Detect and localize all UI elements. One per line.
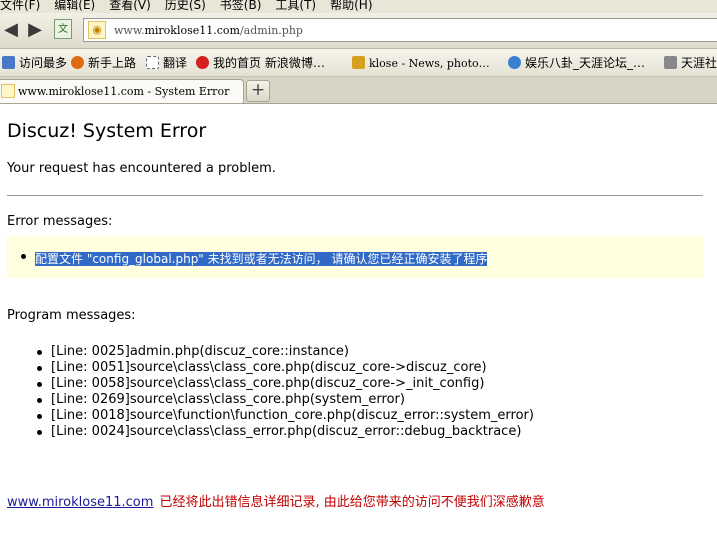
arrow-right-icon: ▶ [28, 19, 42, 40]
tianya-icon [664, 56, 677, 69]
bookmark-getting-started[interactable]: 新手上路 [71, 55, 136, 71]
menu-file[interactable]: 文件(F) [0, 0, 40, 11]
tab-favicon-icon [1, 84, 15, 98]
menu-history[interactable]: 历史(S) [165, 0, 206, 11]
weibo-icon [196, 56, 209, 69]
list-item: [Line: 0269]source\class\class_core.php(… [37, 392, 534, 408]
arrow-left-icon: ◀ [4, 19, 18, 40]
list-item: [Line: 0018]source\function\function_cor… [37, 408, 534, 424]
error-description: Your request has encountered a problem. [7, 161, 276, 176]
menu-help[interactable]: 帮助(H) [330, 0, 372, 11]
address-bar[interactable]: ◉ www.miroklose11.com/admin.php [83, 18, 717, 42]
program-messages-label: Program messages: [7, 308, 136, 323]
address-url[interactable]: www.miroklose11.com/admin.php [114, 24, 303, 37]
error-message-text[interactable]: 配置文件 "config_global.php" 未找到或者无法访问， 请确认您… [35, 252, 488, 266]
list-item: [Line: 0025]admin.php(discuz_core::insta… [37, 344, 534, 360]
menu-bookmarks[interactable]: 书签(B) [220, 0, 262, 11]
firefox-icon [71, 56, 84, 69]
site-icon [352, 56, 365, 69]
new-tab-button[interactable]: + [246, 80, 270, 102]
globe-icon [508, 56, 521, 69]
page-content: Discuz! System Error Your request has en… [0, 104, 717, 559]
bookmark-most-visited[interactable]: 访问最多 [2, 55, 67, 71]
bookmark-weibo[interactable]: 我的首页 新浪微博… [196, 55, 325, 71]
menu-view[interactable]: 查看(V) [109, 0, 151, 11]
page-info-icon[interactable]: 文 [54, 19, 72, 39]
forward-button[interactable]: ▶ [24, 19, 46, 41]
error-message-item: 配置文件 "config_global.php" 未找到或者无法访问， 请确认您… [21, 250, 488, 267]
bookmark-tianya[interactable]: 天涯社 [664, 55, 717, 71]
page-title: Discuz! System Error [7, 120, 207, 142]
program-messages-list: [Line: 0025]admin.php(discuz_core::insta… [37, 344, 534, 440]
gear-icon [2, 56, 15, 69]
menu-bar: 文件(F) 编辑(E) 查看(V) 历史(S) 书签(B) 工具(T) 帮助(H) [0, 0, 717, 13]
bookmark-translate[interactable]: 翻译 [146, 55, 187, 71]
bookmark-klose[interactable]: klose - News, photo… [352, 55, 490, 71]
tab-title: www.miroklose11.com - System Error [18, 85, 230, 98]
site-home-link[interactable]: www.miroklose11.com [7, 495, 153, 510]
bullet-icon [21, 254, 26, 259]
list-item: [Line: 0051]source\class\class_core.php(… [37, 360, 534, 376]
bookmarks-toolbar: 访问最多 新手上路 翻译 我的首页 新浪微博… klose - News, ph… [0, 49, 717, 77]
list-item: [Line: 0024]source\class\class_error.php… [37, 424, 534, 440]
divider [7, 195, 703, 196]
tab-strip: www.miroklose11.com - System Error + [0, 77, 717, 104]
menu-edit[interactable]: 编辑(E) [54, 0, 95, 11]
footer: www.miroklose11.com 已经将此出错信息详细记录, 由此给您带来的… [7, 491, 545, 510]
site-favicon-icon: ◉ [88, 21, 106, 39]
tab-system-error[interactable]: www.miroklose11.com - System Error [0, 79, 244, 103]
navigation-toolbar: ◀ ▶ 文 ◉ www.miroklose11.com/admin.php [0, 13, 717, 49]
bookmark-tianya-gossip[interactable]: 娱乐八卦_天涯论坛_… [508, 55, 645, 71]
back-button[interactable]: ◀ [0, 19, 22, 41]
menu-tools[interactable]: 工具(T) [275, 0, 316, 11]
list-item: [Line: 0058]source\class\class_core.php(… [37, 376, 534, 392]
plus-icon: + [250, 80, 266, 100]
footer-apology-text: 已经将此出错信息详细记录, 由此给您带来的访问不便我们深感歉意 [159, 495, 545, 510]
error-messages-label: Error messages: [7, 214, 113, 229]
doc-icon [146, 56, 159, 69]
error-messages-box: 配置文件 "config_global.php" 未找到或者无法访问， 请确认您… [7, 236, 704, 278]
